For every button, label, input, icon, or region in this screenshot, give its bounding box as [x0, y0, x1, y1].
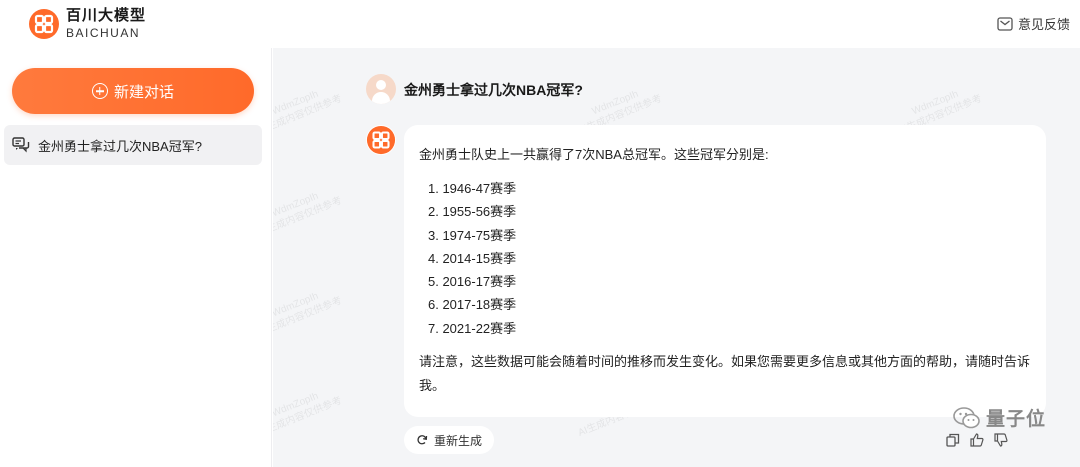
brand-name-en: BAICHUAN	[66, 26, 141, 40]
brand-name-cn: 百川大模型	[66, 7, 147, 24]
refresh-icon	[417, 435, 428, 445]
bot-answer-bubble: 金州勇士队史上一共赢得了7次NBA总冠军。这些冠军分别是: 1. 1946-47…	[404, 125, 1046, 417]
baichuan-logo-icon	[29, 9, 59, 39]
new-chat-button[interactable]: 新建对话	[12, 68, 254, 114]
regenerate-button[interactable]: 重新生成	[404, 426, 495, 454]
list-item: 5. 2016-17赛季	[428, 274, 517, 290]
feedback-label: 意见反馈	[1017, 17, 1070, 32]
bot-avatar	[366, 125, 396, 155]
thumbs-up-icon[interactable]	[970, 433, 984, 447]
list-item: 6. 2017-18赛季	[428, 297, 517, 313]
baichuan-bot-icon	[366, 125, 396, 155]
list-item: 1. 1946-47赛季	[428, 181, 517, 196]
user-avatar	[366, 74, 396, 104]
watermark-text: WdmZopIhAI生成内容仅供参考	[273, 290, 344, 339]
corner-watermark-logo: 量子位	[953, 404, 1046, 431]
sidebar-history-item[interactable]: 金州勇士拿过几次NBA冠军?	[4, 125, 262, 165]
sidebar: 新建对话 金州勇士拿过几次NBA冠军?	[0, 48, 272, 467]
mail-icon	[997, 16, 1013, 31]
champion-list: 1. 1946-47赛季 2. 1955-56赛季 3. 1974-75赛季 4…	[419, 177, 1030, 340]
plus-circle-icon	[91, 83, 108, 99]
answer-intro: 金州勇士队史上一共赢得了7次NBA总冠军。这些冠军分别是:	[419, 147, 769, 162]
corner-logo-label: 量子位	[985, 409, 1046, 430]
thumbs-down-icon[interactable]	[994, 433, 1008, 447]
list-item: 3. 1974-75赛季	[428, 227, 517, 243]
user-question: 金州勇士拿过几次NBA冠军?	[404, 82, 583, 98]
watermark-text: WdmZopIhAI生成内容仅供参考	[273, 190, 344, 239]
answer-actions	[946, 433, 1008, 447]
answer-note: 请注意，这些数据可能会随着时间的推移而发生变化。如果您需要更多信息或其他方面的帮…	[419, 354, 1031, 394]
copy-icon[interactable]	[946, 433, 960, 447]
top-header: 百川大模型 BAICHUAN 意见反馈	[0, 0, 1080, 48]
chat-bubbles-icon	[12, 137, 30, 153]
list-item: 2. 1955-56赛季	[428, 204, 517, 220]
brand: 百川大模型 BAICHUAN	[66, 7, 146, 41]
feedback-button[interactable]: 意见反馈	[997, 14, 1070, 33]
watermark-text: WdmZopIhAI生成内容仅供参考	[273, 390, 344, 439]
watermark-text: WdmZopIhAI生成内容仅供参考	[273, 88, 344, 137]
list-item: 7. 2021-22赛季	[428, 320, 517, 336]
history-item-title: 金州勇士拿过几次NBA冠军?	[38, 138, 202, 154]
wechat-icon	[953, 406, 980, 428]
regenerate-label: 重新生成	[434, 433, 483, 448]
list-item: 4. 2014-15赛季	[428, 250, 517, 266]
new-chat-label: 新建对话	[113, 83, 174, 101]
